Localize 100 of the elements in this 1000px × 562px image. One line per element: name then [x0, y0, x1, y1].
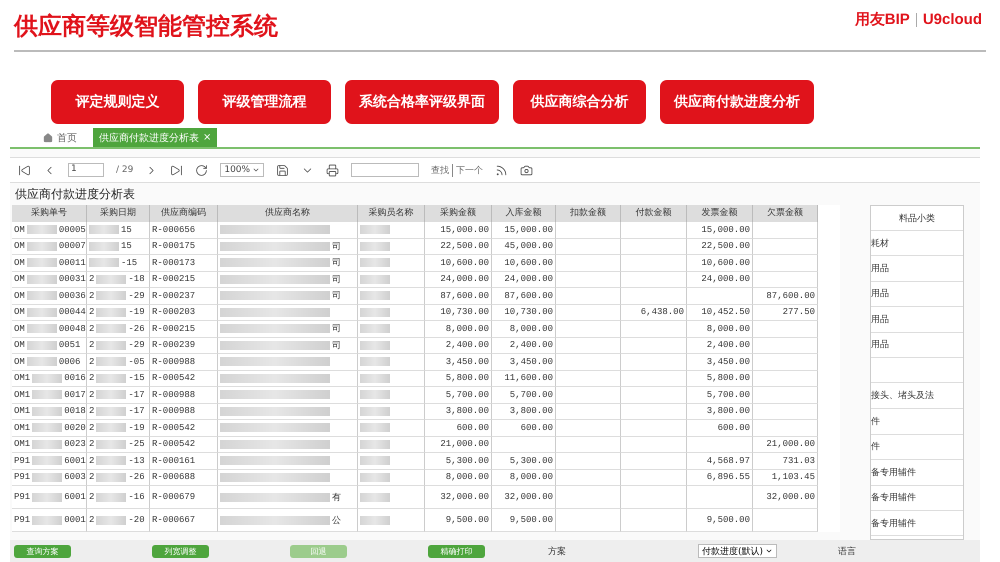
find-next-link[interactable]: 下一个	[452, 164, 484, 176]
table-cell: 11,600.00	[492, 370, 556, 387]
table-cell	[556, 255, 621, 272]
nav-button[interactable]: 系统合格率评级界面	[345, 80, 499, 124]
table-cell: 耗材	[871, 231, 963, 256]
redaction-bar	[360, 472, 390, 482]
redaction-bar	[32, 456, 62, 466]
table-cell: 2,400.00	[492, 338, 556, 354]
table-cell	[621, 288, 687, 304]
table-cell	[753, 420, 818, 436]
nav-button[interactable]: 评定规则定义	[51, 80, 184, 124]
table-cell	[556, 370, 621, 387]
table-cell: 2 -13	[87, 453, 150, 470]
table-cell: 32,000.00	[492, 486, 556, 509]
table-cell: 9,500.00	[687, 509, 753, 532]
table-cell: 2 -29	[87, 338, 150, 354]
table-cell: 10,600.00	[425, 255, 492, 272]
table-cell: OM 00048	[12, 321, 87, 338]
page-title: 供应商等级智能管控系统	[14, 11, 278, 42]
redaction-bar	[360, 406, 390, 416]
redaction-bar	[96, 357, 126, 366]
table-cell: 15	[87, 238, 150, 255]
page-field[interactable]: 1	[68, 163, 104, 177]
column-header: 供应商名称	[218, 205, 358, 222]
action-button[interactable]: 查询方案	[14, 544, 71, 558]
find-link[interactable]: 查找	[431, 164, 450, 176]
table-cell: 2 -17	[87, 404, 150, 420]
table-cell: 5,700.00	[687, 387, 753, 404]
redaction-bar	[89, 225, 119, 234]
redaction-bar	[96, 472, 126, 482]
table-cell: 9,500.00	[492, 509, 556, 532]
close-icon[interactable]: ×	[203, 132, 212, 143]
table-cell: R-000988	[150, 387, 218, 404]
redaction-bar	[26, 340, 57, 350]
table-cell: 用品	[871, 256, 963, 282]
table-cell: 2 -16	[87, 486, 150, 509]
redaction-bar	[360, 225, 390, 234]
table-cell: 司	[218, 238, 358, 255]
table-cell: OM1 0017	[12, 387, 87, 404]
action-button[interactable]: 列宽调整	[152, 544, 209, 558]
table-cell: 司	[218, 338, 358, 354]
table-cell: 45,000.00	[492, 238, 556, 255]
table-cell: 2 -19	[87, 304, 150, 321]
report-title: 供应商付款进度分析表	[14, 186, 136, 203]
refresh-icon[interactable]	[195, 164, 208, 176]
table-cell: 6,896.55	[687, 470, 753, 486]
table-cell	[556, 304, 621, 321]
table-cell: OM1 0016	[12, 370, 87, 387]
table-cell	[621, 453, 687, 470]
table-cell	[556, 321, 621, 338]
table-cell: 5,300.00	[425, 453, 492, 470]
table-cell	[621, 509, 687, 532]
nav-button[interactable]: 供应商综合分析	[513, 80, 646, 124]
redaction-bar	[360, 456, 390, 466]
table-cell: OM 0051	[12, 338, 87, 354]
redaction-bar	[96, 406, 126, 416]
table-cell: 备专用辅件	[871, 510, 963, 536]
table-cell: 4,568.97	[687, 453, 753, 470]
table-cell: 1,103.45	[753, 470, 818, 486]
table-cell: 3,800.00	[425, 404, 492, 420]
table-cell: 600.00	[687, 420, 753, 436]
brand-logo: 用友BIP	[854, 10, 910, 29]
table-cell: 3,450.00	[492, 354, 556, 370]
redaction-bar	[360, 274, 390, 284]
save-icon[interactable]	[276, 164, 290, 176]
tab[interactable]: 首页	[37, 128, 83, 147]
last-page-icon[interactable]	[170, 164, 184, 176]
table-cell: R-000239	[150, 338, 218, 354]
table-cell: 600.00	[492, 420, 556, 436]
table-cell	[621, 387, 687, 404]
tab[interactable]: 供应商付款进度分析表 ×	[93, 128, 218, 147]
table-cell: 司	[218, 321, 358, 338]
action-button[interactable]: 精确打印	[428, 544, 485, 558]
table-cell: OM 00005	[12, 222, 87, 238]
camera-icon[interactable]	[520, 164, 534, 176]
table-cell	[556, 436, 621, 453]
first-page-icon[interactable]	[18, 164, 31, 176]
table-cell: 3,800.00	[687, 404, 753, 420]
scheme-label: 方案	[548, 545, 566, 558]
table-cell: 备专用辅件	[871, 486, 963, 511]
nav-button[interactable]: 评级管理流程	[198, 80, 331, 124]
nav-button[interactable]: 供应商付款进度分析	[660, 80, 814, 124]
redaction-bar	[32, 516, 62, 524]
table-cell: 21,000.00	[753, 436, 818, 453]
table-cell	[621, 370, 687, 387]
scheme-select[interactable]: 付款进度(默认)	[698, 544, 778, 558]
table-cell	[556, 404, 621, 420]
feed-icon[interactable]	[495, 164, 508, 176]
column-header: 采购员名称	[358, 205, 425, 222]
table-cell	[621, 338, 687, 354]
column-header: 料品小类	[871, 206, 963, 231]
table-cell: 2 -29	[87, 288, 150, 304]
table-cell: -15	[87, 255, 150, 272]
search-field[interactable]	[351, 163, 420, 177]
redaction-bar	[32, 472, 62, 482]
print-icon[interactable]	[326, 164, 340, 176]
redaction-bar	[96, 423, 126, 432]
table-cell: OM1 0018	[12, 404, 87, 420]
zoom-select[interactable]: 100%	[220, 163, 264, 177]
table-cell: 司	[218, 288, 358, 304]
